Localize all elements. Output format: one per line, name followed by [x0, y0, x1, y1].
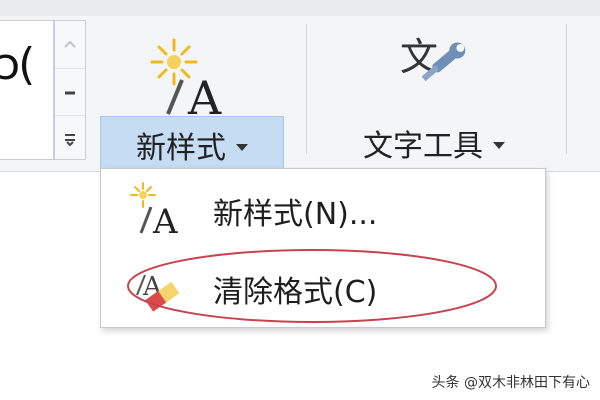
menu-item-new-style[interactable]: A 新样式(N)...	[101, 173, 545, 249]
ribbon-top-strip	[0, 0, 600, 16]
watermark: 头条 @双木非林田下有心	[431, 375, 590, 391]
chevron-down-icon	[493, 141, 505, 149]
text-tools-button-label: 文字工具	[363, 129, 483, 164]
group-divider	[306, 24, 307, 154]
menu-item-label: 清除格式(C)	[213, 275, 378, 310]
text-tools-group[interactable]: 文 文字工具	[320, 22, 548, 168]
new-style-dropdown-menu: A 新样式(N)... A 清除格式(C)	[100, 168, 546, 328]
gallery-scroll-up-button[interactable]	[55, 21, 85, 67]
chevron-down-icon	[65, 91, 75, 94]
style-gallery-scroll	[54, 20, 86, 160]
svg-text:A: A	[187, 71, 222, 120]
chevron-up-icon	[64, 40, 76, 48]
text-tools-icon: 文	[400, 35, 466, 82]
style-gallery-preview: ɔ(	[0, 39, 35, 90]
group-divider	[566, 24, 567, 154]
menu-item-label: 新样式(N)...	[213, 197, 378, 232]
text-tools-button[interactable]: 文字工具	[320, 118, 548, 168]
new-style-icon: A	[150, 38, 222, 120]
chevron-down-icon	[236, 143, 248, 151]
ribbon: ɔ(	[0, 0, 600, 174]
style-gallery[interactable]: ɔ(	[0, 20, 54, 160]
gallery-more-button[interactable]	[55, 115, 85, 161]
new-style-group: A 新样式	[100, 22, 284, 174]
menu-item-clear-format[interactable]: A 清除格式(C)	[101, 251, 545, 327]
new-style-icon: A	[130, 182, 178, 241]
expand-more-icon	[65, 133, 75, 146]
new-style-button[interactable]: 新样式	[100, 116, 284, 174]
gallery-scroll-down-button[interactable]	[55, 68, 85, 114]
new-style-button-label: 新样式	[136, 131, 226, 166]
svg-text:A: A	[152, 202, 178, 241]
clear-format-icon: A	[136, 272, 180, 312]
